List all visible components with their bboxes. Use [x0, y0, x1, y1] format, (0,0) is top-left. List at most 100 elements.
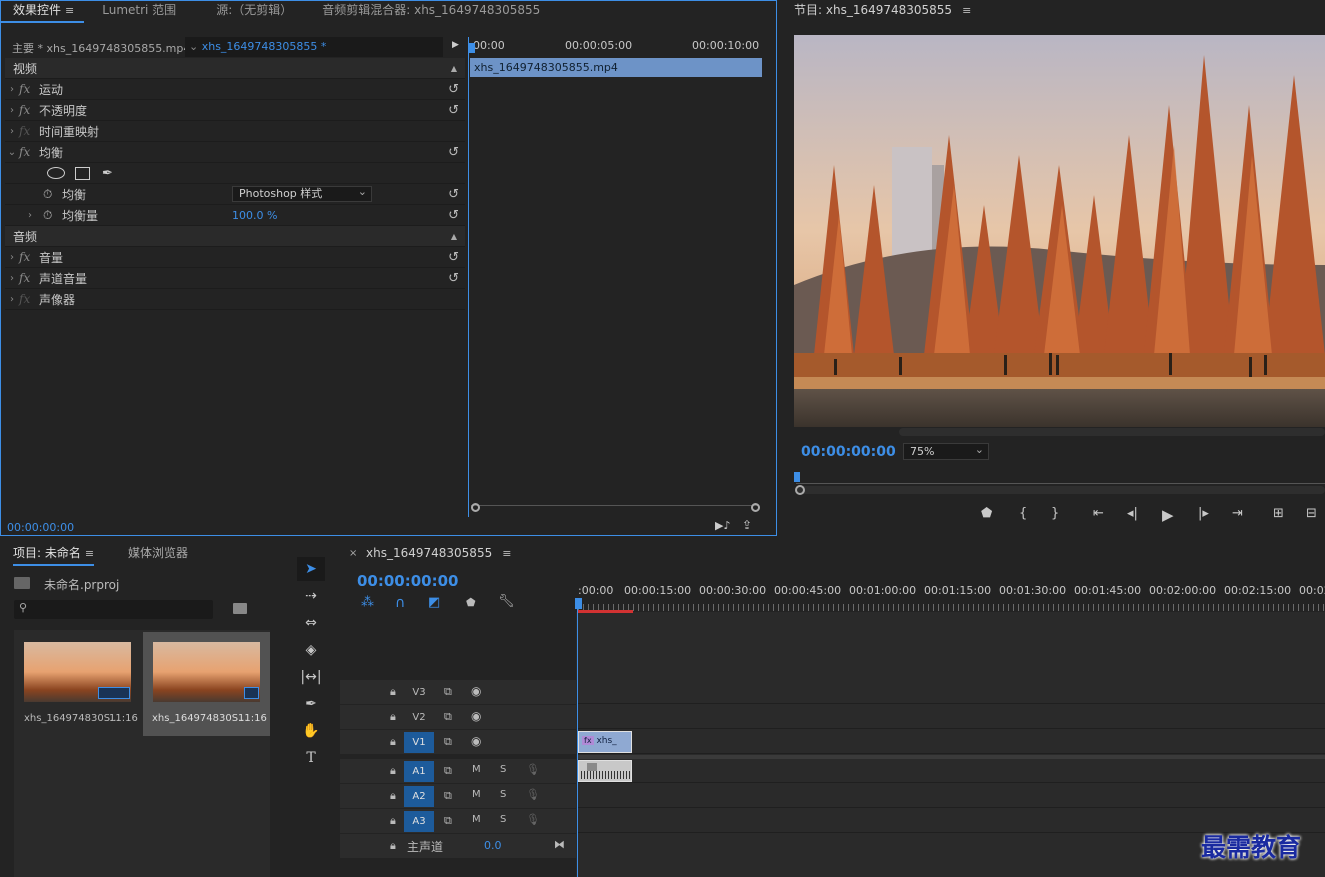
timeline-timecode[interactable]: 00:00:00:00 [357, 572, 459, 590]
find-icon[interactable] [233, 603, 247, 614]
track-target-v1[interactable]: V1 [404, 732, 434, 753]
sync-lock-icon[interactable]: ⧉ [444, 814, 452, 828]
amount-value[interactable]: 100.0 % [232, 209, 277, 222]
track-target-a3[interactable]: A3 [404, 811, 434, 832]
track-select-tool-icon[interactable]: ⇢ [297, 584, 325, 608]
lock-icon[interactable]: 🔒︎ [390, 814, 396, 828]
step-back-icon[interactable]: ◂| [1127, 506, 1138, 521]
pen-tool-icon[interactable]: ✒ [297, 692, 325, 716]
fx-icon[interactable]: fx [19, 271, 39, 285]
add-marker-icon[interactable]: ⬟ [981, 506, 992, 521]
collapse-up-icon[interactable]: ▲ [451, 64, 457, 73]
audio-section-header[interactable]: 音频 ▲ [5, 226, 465, 247]
expand-caret-icon[interactable]: › [5, 294, 19, 305]
sync-lock-icon[interactable]: ⧉ [444, 735, 452, 749]
work-area-bar[interactable] [578, 610, 633, 613]
mute-button[interactable]: M [472, 814, 481, 825]
selection-tool-icon[interactable]: ➤ [297, 557, 325, 581]
effect-controls-timecode[interactable]: 00:00:00:00 [7, 521, 74, 534]
track-header-master[interactable]: 🔒︎ 主声道 0.0 ⧓ [340, 834, 576, 858]
sync-lock-icon[interactable]: ⧉ [444, 710, 452, 724]
go-to-in-icon[interactable]: ⇤ [1093, 506, 1104, 521]
tab-audio-clip-mixer[interactable]: 音频剪辑混合器: xhs_1649748305855 [312, 1, 550, 23]
param-row-amount[interactable]: › ⏱ 均衡量 100.0 % ↺ [5, 205, 465, 226]
zoom-scroll-bar[interactable] [796, 486, 1325, 494]
mini-clip-bar[interactable]: xhs_1649748305855.mp4 [470, 58, 762, 77]
track-header-v3[interactable]: 🔒︎ V3 ⧉ ◉ [340, 680, 576, 704]
microphone-icon[interactable]: 🎙︎ [526, 763, 540, 776]
tab-effect-controls[interactable]: 效果控件 ≡ [1, 1, 85, 23]
play-icon[interactable]: ▶ [1162, 506, 1174, 524]
solo-button[interactable]: S [500, 764, 506, 775]
razor-tool-icon[interactable]: ◈ [297, 638, 325, 662]
project-item-2[interactable]: xhs_164974830S... 11:16 [143, 632, 270, 736]
program-video-frame[interactable] [794, 35, 1325, 427]
effect-row-panner[interactable]: › fx 声像器 [5, 289, 465, 310]
expand-caret-icon[interactable]: › [5, 273, 19, 284]
track-lane-v1[interactable] [578, 730, 1325, 754]
solo-button[interactable]: S [500, 814, 506, 825]
collapse-caret-icon[interactable]: ⌄ [5, 147, 19, 158]
effect-row-volume[interactable]: › fx 音量 ↺ [5, 247, 465, 268]
play-audio-icon[interactable]: ▶♪ [715, 519, 730, 532]
collapse-up-icon[interactable]: ▲ [451, 232, 457, 241]
rectangle-mask-icon[interactable] [75, 166, 90, 180]
fx-icon[interactable]: fx [19, 250, 39, 264]
lift-icon[interactable]: ⊞ [1273, 506, 1284, 521]
reset-icon[interactable]: ↺ [448, 208, 459, 223]
track-target-a1[interactable]: A1 [404, 761, 434, 782]
tab-source[interactable]: 源:（无剪辑） [206, 1, 302, 23]
effect-row-channel-volume[interactable]: › fx 声道音量 ↺ [5, 268, 465, 289]
reset-icon[interactable]: ↺ [448, 250, 459, 265]
program-title[interactable]: 节目: xhs_1649748305855 ≡ [794, 1, 971, 18]
expand-caret-icon[interactable]: › [23, 210, 37, 221]
lock-icon[interactable]: 🔒︎ [390, 685, 396, 699]
scroll-handle-right-icon[interactable] [751, 503, 760, 512]
mini-timeline[interactable]: 00:00 00:00:05:00 00:00:10:00 xhs_164974… [468, 37, 763, 517]
eye-icon[interactable]: ◉ [471, 709, 481, 723]
track-lane-a2[interactable] [578, 784, 1325, 808]
effect-row-motion[interactable]: › fx 运动 ↺ [5, 79, 465, 100]
nest-icon[interactable]: ⁂ [361, 595, 374, 610]
effect-row-time-remap[interactable]: › fx 时间重映射 [5, 121, 465, 142]
linked-selection-icon[interactable]: ◩ [428, 595, 440, 610]
panel-menu-icon[interactable]: ≡ [65, 4, 74, 17]
lock-icon[interactable]: 🔒︎ [390, 735, 396, 749]
param-row-equalize[interactable]: ⏱ 均衡 Photoshop 样式 ⌄ ↺ [5, 184, 465, 205]
wrench-icon[interactable]: 🔧︎ [498, 594, 515, 609]
track-header-a3[interactable]: 🔒︎ A3 ⧉ M S 🎙︎ [340, 809, 576, 833]
expand-caret-icon[interactable]: › [5, 84, 19, 95]
track-target-a2[interactable]: A2 [404, 786, 434, 807]
panel-menu-icon[interactable]: ≡ [502, 547, 511, 560]
go-to-out-icon[interactable]: ⇥ [1232, 506, 1243, 521]
snap-magnet-icon[interactable]: ∩ [395, 595, 405, 611]
microphone-icon[interactable]: 🎙︎ [526, 788, 540, 801]
track-lane-a1[interactable] [578, 759, 1325, 783]
panel-menu-icon[interactable]: ≡ [962, 4, 971, 17]
lock-icon[interactable]: 🔒︎ [390, 710, 396, 724]
hand-tool-icon[interactable]: ✋ [297, 719, 325, 743]
video-clip-v1[interactable]: fx xhs_ [578, 731, 632, 753]
video-section-header[interactable]: 视频 ▲ [5, 58, 465, 79]
ripple-edit-tool-icon[interactable]: ⇔ [297, 611, 325, 635]
mini-playhead[interactable] [469, 43, 475, 53]
lock-icon[interactable]: 🔒︎ [390, 789, 396, 803]
master-clip-label[interactable]: 主要 * xhs_1649748305855.mp4 [12, 40, 190, 56]
track-lane-v2[interactable] [578, 705, 1325, 729]
mark-in-icon[interactable]: { [1019, 506, 1027, 521]
track-header-v1[interactable]: 🔒︎ V1 ⧉ ◉ [340, 730, 576, 754]
program-timecode[interactable]: 00:00:00:00 [801, 444, 896, 460]
audio-clip-a1[interactable] [578, 760, 632, 782]
reset-icon[interactable]: ↺ [448, 103, 459, 118]
zoom-dropdown[interactable]: 75% ⌄ [903, 443, 989, 460]
effect-row-equalize[interactable]: ⌄ fx 均衡 ↺ [5, 142, 465, 163]
expand-caret-icon[interactable]: › [5, 105, 19, 116]
solo-button[interactable]: S [500, 789, 506, 800]
lock-icon[interactable]: 🔒︎ [390, 764, 396, 778]
reset-icon[interactable]: ↺ [448, 145, 459, 160]
type-tool-icon[interactable]: T [297, 746, 325, 770]
tab-lumetri-scopes[interactable]: Lumetri 范围 [92, 1, 186, 23]
panel-menu-icon[interactable]: ≡ [85, 547, 94, 560]
track-header-a2[interactable]: 🔒︎ A2 ⧉ M S 🎙︎ [340, 784, 576, 808]
mute-button[interactable]: M [472, 764, 481, 775]
